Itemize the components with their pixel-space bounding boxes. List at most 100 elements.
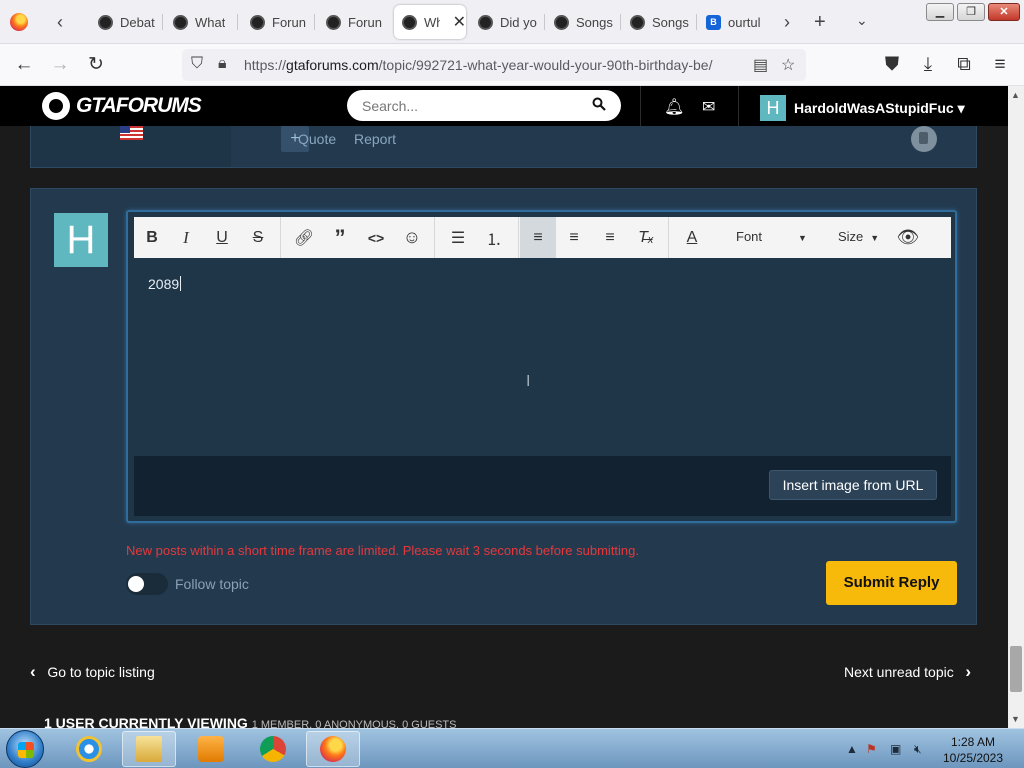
quote-icon[interactable]: ” — [322, 217, 358, 258]
bold-button[interactable]: B — [134, 217, 170, 258]
minimize-window-button[interactable]: ▁ — [926, 3, 954, 21]
browser-tab[interactable]: What — [165, 5, 235, 39]
browser-tab[interactable]: Did yo — [470, 5, 542, 39]
taskbar-file-explorer[interactable] — [122, 731, 176, 767]
reaction-thumb-icon[interactable] — [911, 126, 937, 152]
browser-tab[interactable]: Songs — [546, 5, 618, 39]
page-scrollbar[interactable]: ▲ ▼ — [1008, 86, 1024, 728]
previous-post-footer: + Quote Report — [30, 126, 977, 168]
url-bar[interactable]: ⛉ 🔒︎ https://gtaforums.com/topic/992721-… — [182, 49, 806, 81]
insert-image-from-url-button[interactable]: Insert image from URL — [769, 470, 937, 500]
editor-toolbar: B I U S 🔗︎ ” <> ☺ ☰ ⒈ ≡ ≡ ≡ T̶ₓ A Font ▼ — [134, 217, 951, 258]
tab-separator — [544, 14, 545, 30]
remove-format-icon[interactable]: T̶ₓ — [628, 217, 664, 258]
browser-tab[interactable]: Songs — [622, 5, 694, 39]
gtaforums-logo-icon — [42, 92, 70, 120]
site-favicon-icon: B — [706, 14, 721, 30]
windows-start-button[interactable] — [6, 730, 44, 768]
tab-scroll-right-icon[interactable]: › — [777, 12, 797, 32]
follow-topic-toggle[interactable] — [126, 573, 168, 595]
users-viewing-detail: 1 MEMBER, 0 ANONYMOUS, 0 GUESTS — [251, 719, 457, 728]
tab-separator — [237, 14, 238, 30]
strikethrough-button[interactable]: S — [240, 217, 276, 258]
system-clock[interactable]: 1:28 AM 10/25/2023 — [938, 734, 1008, 766]
messages-envelope-icon[interactable]: ✉ — [702, 97, 715, 117]
forward-arrow-icon[interactable]: → — [48, 54, 72, 76]
action-center-flag-icon[interactable]: ⚑ — [866, 742, 877, 756]
downloads-icon[interactable]: ⤓ — [916, 54, 940, 76]
back-arrow-icon[interactable]: ← — [12, 54, 36, 76]
hamburger-menu-icon[interactable]: ≡ — [988, 54, 1012, 76]
pocket-icon[interactable]: ⛊ — [880, 54, 904, 76]
browser-tab[interactable]: B ourtul — [698, 5, 768, 39]
bulleted-list-icon[interactable]: ☰ — [440, 217, 476, 258]
list-all-tabs-chevron-icon[interactable]: ⌄ — [856, 12, 868, 29]
text-color-icon[interactable]: A — [674, 217, 710, 258]
reload-icon[interactable]: ↻ — [84, 54, 108, 76]
taskbar-chrome[interactable] — [246, 731, 300, 767]
italic-button[interactable]: I — [168, 217, 204, 258]
follow-topic-label: Follow topic — [175, 576, 249, 592]
close-tab-icon[interactable]: ✕ — [453, 12, 466, 32]
lock-icon[interactable]: 🔒︎ — [218, 55, 227, 73]
reader-view-icon[interactable]: ▤ — [753, 55, 768, 75]
browser-tab[interactable]: Debat — [90, 5, 160, 39]
browser-tab[interactable]: Forun — [242, 5, 312, 39]
browser-tab[interactable]: Forun — [318, 5, 388, 39]
firefox-menu-icon[interactable] — [10, 13, 28, 31]
new-tab-plus-icon[interactable]: + — [814, 11, 826, 34]
bookmark-star-icon[interactable]: ☆ — [781, 55, 795, 75]
tracking-protection-shield-icon[interactable]: ⛉ — [191, 55, 203, 73]
size-dropdown[interactable]: Size ▼ — [838, 229, 879, 244]
tab-separator — [162, 14, 163, 30]
prev-link-label: Go to topic listing — [47, 664, 155, 680]
toolbar-divider — [668, 217, 669, 258]
code-icon[interactable]: <> — [358, 217, 394, 258]
taskbar-firefox[interactable] — [306, 731, 360, 767]
taskbar-internet-explorer[interactable] — [62, 731, 116, 767]
network-icon[interactable]: ▣ — [890, 742, 901, 756]
preview-eye-icon[interactable]: 👁︎ — [890, 217, 926, 258]
align-center-icon[interactable]: ≡ — [556, 217, 592, 258]
scroll-down-arrow-icon[interactable]: ▼ — [1011, 714, 1020, 724]
text-caret — [180, 276, 182, 291]
align-right-icon[interactable]: ≡ — [592, 217, 628, 258]
tab-scroll-left-icon[interactable]: ‹ — [50, 12, 70, 32]
search-icon[interactable] — [592, 97, 606, 111]
go-to-topic-listing-link[interactable]: ‹ Go to topic listing — [30, 662, 155, 682]
scrollbar-thumb[interactable] — [1010, 646, 1022, 692]
user-avatar[interactable]: H — [760, 95, 786, 121]
volume-muted-icon[interactable]: 🔇︎ — [914, 742, 922, 757]
username-label: HardoldWasAStupidFuc — [794, 100, 954, 116]
notifications-bell-icon[interactable]: 🔔︎ — [664, 97, 684, 117]
link-icon[interactable]: 🔗︎ — [286, 217, 322, 258]
scroll-up-arrow-icon[interactable]: ▲ — [1011, 90, 1020, 100]
maximize-window-button[interactable]: ❐ — [957, 3, 985, 21]
ibeam-cursor-icon: I — [526, 373, 531, 390]
chevron-left-icon: ‹ — [30, 662, 36, 681]
site-search-input[interactable] — [347, 90, 621, 121]
folder-icon — [136, 736, 162, 762]
numbered-list-icon[interactable]: ⒈ — [476, 217, 512, 258]
user-menu[interactable]: HardoldWasAStupidFuc ▾ — [794, 100, 965, 117]
extensions-icon[interactable]: ⧉ — [952, 54, 976, 76]
browser-tab-active[interactable]: Wh ✕ — [394, 5, 466, 39]
report-link[interactable]: Report — [354, 131, 396, 147]
gtaforums-logo[interactable]: GTAFORUMS — [42, 92, 202, 120]
underline-button[interactable]: U — [204, 217, 240, 258]
next-unread-topic-link[interactable]: Next unread topic › — [844, 662, 971, 682]
taskbar-media-player[interactable] — [184, 731, 238, 767]
header-divider — [738, 86, 739, 126]
url-text[interactable]: https://gtaforums.com/topic/992721-what-… — [244, 57, 712, 73]
emoji-icon[interactable]: ☺ — [394, 217, 430, 258]
editor-text-area[interactable]: 2089 I — [134, 258, 951, 456]
chrome-icon — [260, 736, 286, 762]
show-hidden-icons-icon[interactable]: ▲ — [846, 742, 858, 756]
close-window-button[interactable]: ✕ — [988, 3, 1020, 21]
browser-tab-strip: ‹ Debat What Forun Forun Wh ✕ Did yo Son… — [0, 0, 1024, 44]
submit-reply-button[interactable]: Submit Reply — [826, 561, 957, 605]
quote-link[interactable]: Quote — [298, 131, 336, 147]
font-dropdown[interactable]: Font ▼ — [736, 229, 807, 244]
size-dropdown-label: Size — [838, 229, 864, 244]
align-left-icon[interactable]: ≡ — [520, 217, 556, 258]
